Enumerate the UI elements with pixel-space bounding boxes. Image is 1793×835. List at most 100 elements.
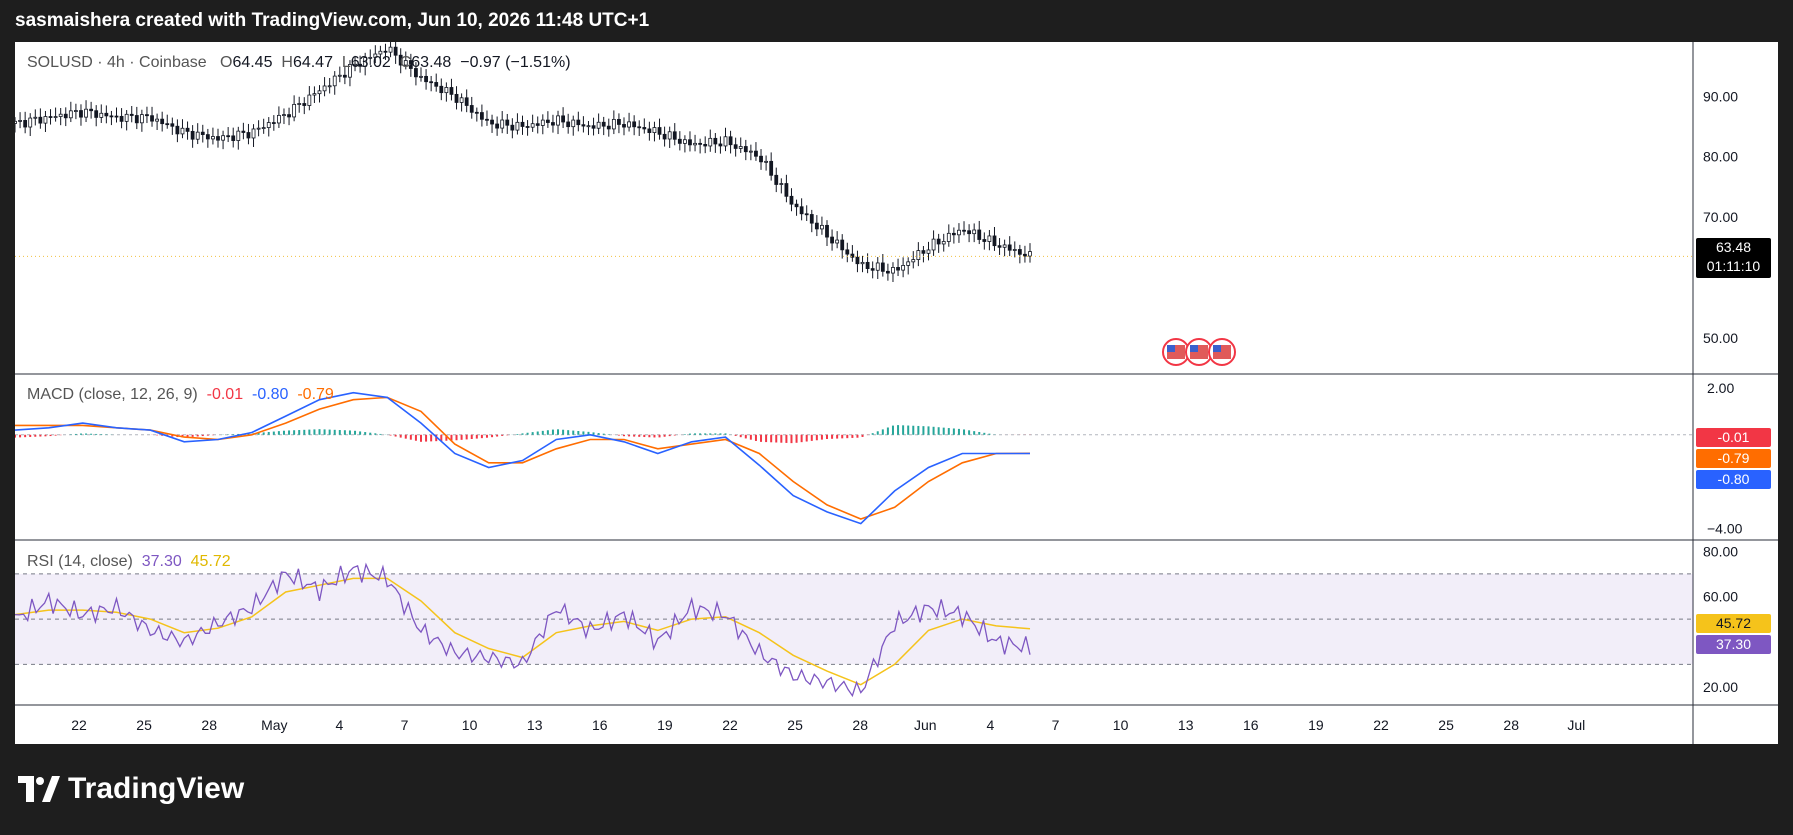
candle-body (677, 138, 682, 144)
candle-body (266, 122, 271, 128)
price-tag-value: 63.48 (1715, 239, 1752, 255)
candle-body (647, 128, 652, 134)
x-axis-label: 16 (592, 717, 608, 733)
low-label: L (341, 54, 351, 71)
candle-body (860, 261, 865, 265)
candle-body (38, 116, 43, 124)
rsi-axis-tick: 80.00 (1703, 543, 1738, 559)
candle-body (931, 238, 936, 251)
candle-body (419, 75, 423, 78)
rsi-legend: RSI (14, close) 37.30 45.72 (27, 553, 231, 571)
macd-signal-tag: -0.79 (1696, 449, 1771, 468)
candle-body (226, 135, 231, 138)
candle-body (18, 120, 22, 122)
candle-body (591, 125, 596, 129)
low-value: 63.02 (350, 54, 391, 71)
tradingview-logo[interactable]: TradingView (18, 772, 244, 806)
candle-body (68, 110, 73, 119)
candle-body (637, 126, 642, 129)
candle-body (982, 239, 987, 242)
candle-body (53, 116, 58, 118)
candle-body (779, 183, 784, 185)
candle-body (282, 114, 286, 117)
candle-body (211, 136, 215, 140)
price-axis-tick: 70.00 (1703, 209, 1738, 225)
candle-body (84, 108, 88, 118)
candle-body (596, 121, 601, 129)
candle-body (581, 124, 586, 127)
rsi-title[interactable]: RSI (14, close) (27, 553, 133, 570)
candle-body (657, 127, 662, 135)
candle-body (896, 267, 900, 271)
macd-axis-tick: −4.00 (1707, 520, 1743, 536)
macd-value: -0.80 (251, 386, 289, 403)
price-axis-tick: 50.00 (1703, 330, 1738, 346)
candle-body (926, 249, 931, 254)
close-label: C (399, 54, 412, 71)
candle-body (231, 135, 236, 141)
candle-body (1028, 251, 1032, 257)
candle-body (728, 136, 733, 146)
candle-body (490, 119, 494, 125)
candle-body (759, 155, 763, 163)
candle-body (784, 183, 789, 197)
candle-body (317, 90, 322, 95)
price-pane[interactable] (15, 42, 1693, 283)
candle-body (292, 103, 297, 118)
x-axis-label: 22 (1373, 717, 1389, 733)
candle-body (733, 144, 738, 149)
symbol-label[interactable]: SOLUSD · 4h · Coinbase (27, 54, 207, 71)
candle-body (794, 203, 799, 208)
candle-body (307, 94, 312, 106)
candle-body (241, 130, 246, 133)
macd-pane[interactable] (15, 391, 1693, 525)
candle-body (799, 206, 804, 215)
price-axis-tick: 80.00 (1703, 149, 1738, 165)
candle-body (667, 131, 672, 140)
rsi-pane[interactable] (15, 562, 1693, 698)
chart-frame[interactable]: 90.00 80.00 70.00 50.00 2.00 −4.00 80.00 60.00 2… (15, 42, 1778, 744)
candle-body (693, 142, 697, 146)
candle-body (545, 119, 550, 123)
caption-bar: sasmaishera created with TradingView.com… (0, 0, 1793, 42)
candle-body (576, 119, 581, 126)
candle-body (444, 87, 449, 94)
candle-body (261, 127, 266, 129)
candle-body (835, 239, 840, 244)
candle-body (748, 150, 753, 153)
candle-body (718, 143, 723, 147)
us-event-flags[interactable] (1162, 338, 1236, 366)
candle-body (708, 137, 713, 147)
candle-body (1007, 244, 1012, 251)
candle-body (139, 114, 144, 124)
candle-body (627, 121, 631, 128)
macd-title[interactable]: MACD (close, 12, 26, 9) (27, 386, 198, 403)
x-axis-label: 4 (336, 717, 344, 733)
candle-body (129, 113, 134, 116)
candle-body (525, 126, 530, 128)
candle-body (723, 136, 728, 147)
x-axis-label: 19 (1308, 717, 1324, 733)
macd-legend: MACD (close, 12, 26, 9) -0.01 -0.80 -0.7… (27, 386, 334, 404)
candle-body (1012, 249, 1017, 251)
candle-body (809, 214, 814, 224)
candle-body (561, 115, 565, 123)
candle-body (454, 93, 459, 103)
candle-body (906, 261, 911, 266)
candle-body (601, 121, 606, 127)
x-axis-label: 28 (201, 717, 217, 733)
candle-body (74, 110, 78, 112)
candle-body (804, 213, 809, 216)
us-flag-icon[interactable] (1208, 338, 1236, 366)
candle-body (388, 46, 393, 53)
brand-name: TradingView (68, 772, 245, 805)
candle-body (312, 93, 317, 96)
candle-body (256, 127, 261, 130)
candle-body (145, 114, 149, 117)
candle-body (941, 241, 946, 245)
change-value: −0.97 (−1.51%) (460, 54, 571, 71)
x-axis-label: 28 (1503, 717, 1519, 733)
high-label: H (281, 54, 293, 71)
x-axis-label: 13 (527, 717, 543, 733)
rsi-tag: 37.30 (1696, 635, 1771, 654)
